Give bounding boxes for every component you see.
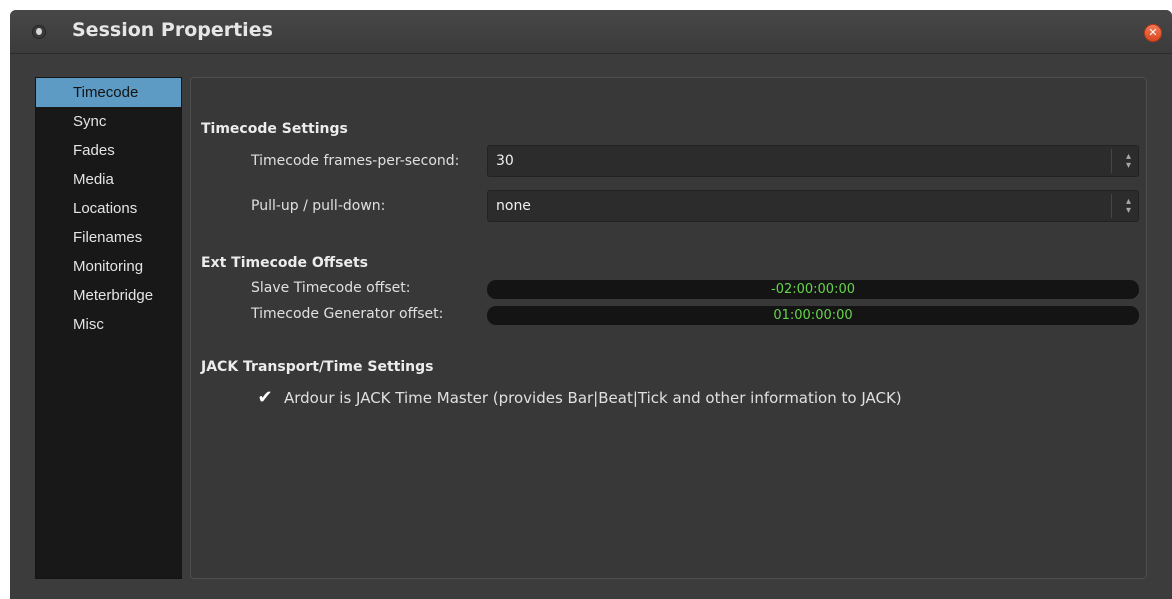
fps-select[interactable]: 30 ▴ ▾ xyxy=(487,145,1139,177)
titlebar: Session Properties ✕ xyxy=(10,10,1172,54)
generator-offset-label: Timecode Generator offset: xyxy=(251,306,444,322)
slave-offset-label: Slave Timecode offset: xyxy=(251,280,411,296)
pull-select-value: none xyxy=(496,198,531,214)
app-icon xyxy=(32,25,46,39)
jack-master-checkbox[interactable]: ✔ xyxy=(255,388,275,408)
window-title: Session Properties xyxy=(72,19,273,41)
close-icon[interactable]: ✕ xyxy=(1144,24,1162,42)
sidebar: Timecode Sync Fades Media Locations File… xyxy=(35,77,182,579)
sidebar-item-monitoring[interactable]: Monitoring xyxy=(36,252,181,281)
sidebar-item-locations[interactable]: Locations xyxy=(36,194,181,223)
pull-label: Pull-up / pull-down: xyxy=(251,198,386,214)
sidebar-item-timecode[interactable]: Timecode xyxy=(36,78,181,107)
jack-settings-heading: JACK Transport/Time Settings xyxy=(201,359,434,375)
fps-label: Timecode frames-per-second: xyxy=(251,153,460,169)
pull-select[interactable]: none ▴ ▾ xyxy=(487,190,1139,222)
sidebar-item-meterbridge[interactable]: Meterbridge xyxy=(36,281,181,310)
ext-offsets-heading: Ext Timecode Offsets xyxy=(201,255,368,271)
settings-panel: Timecode Settings Timecode frames-per-se… xyxy=(190,77,1147,579)
checkmark-icon: ✔ xyxy=(257,387,273,408)
sidebar-item-media[interactable]: Media xyxy=(36,165,181,194)
session-properties-window: Session Properties ✕ Timecode Sync Fades… xyxy=(10,10,1172,599)
sidebar-item-sync[interactable]: Sync xyxy=(36,107,181,136)
combo-separator xyxy=(1111,194,1112,218)
jack-master-label: Ardour is JACK Time Master (provides Bar… xyxy=(284,389,902,407)
sidebar-item-fades[interactable]: Fades xyxy=(36,136,181,165)
timecode-settings-heading: Timecode Settings xyxy=(201,121,348,137)
combo-separator xyxy=(1111,149,1112,173)
sidebar-item-misc[interactable]: Misc xyxy=(36,310,181,339)
up-down-arrows-icon: ▴ ▾ xyxy=(1125,151,1131,171)
slave-offset-clock[interactable]: -02:00:00:00 xyxy=(487,280,1139,299)
generator-offset-clock[interactable]: 01:00:00:00 xyxy=(487,306,1139,325)
fps-select-value: 30 xyxy=(496,153,514,169)
up-down-arrows-icon: ▴ ▾ xyxy=(1125,196,1131,216)
sidebar-item-filenames[interactable]: Filenames xyxy=(36,223,181,252)
